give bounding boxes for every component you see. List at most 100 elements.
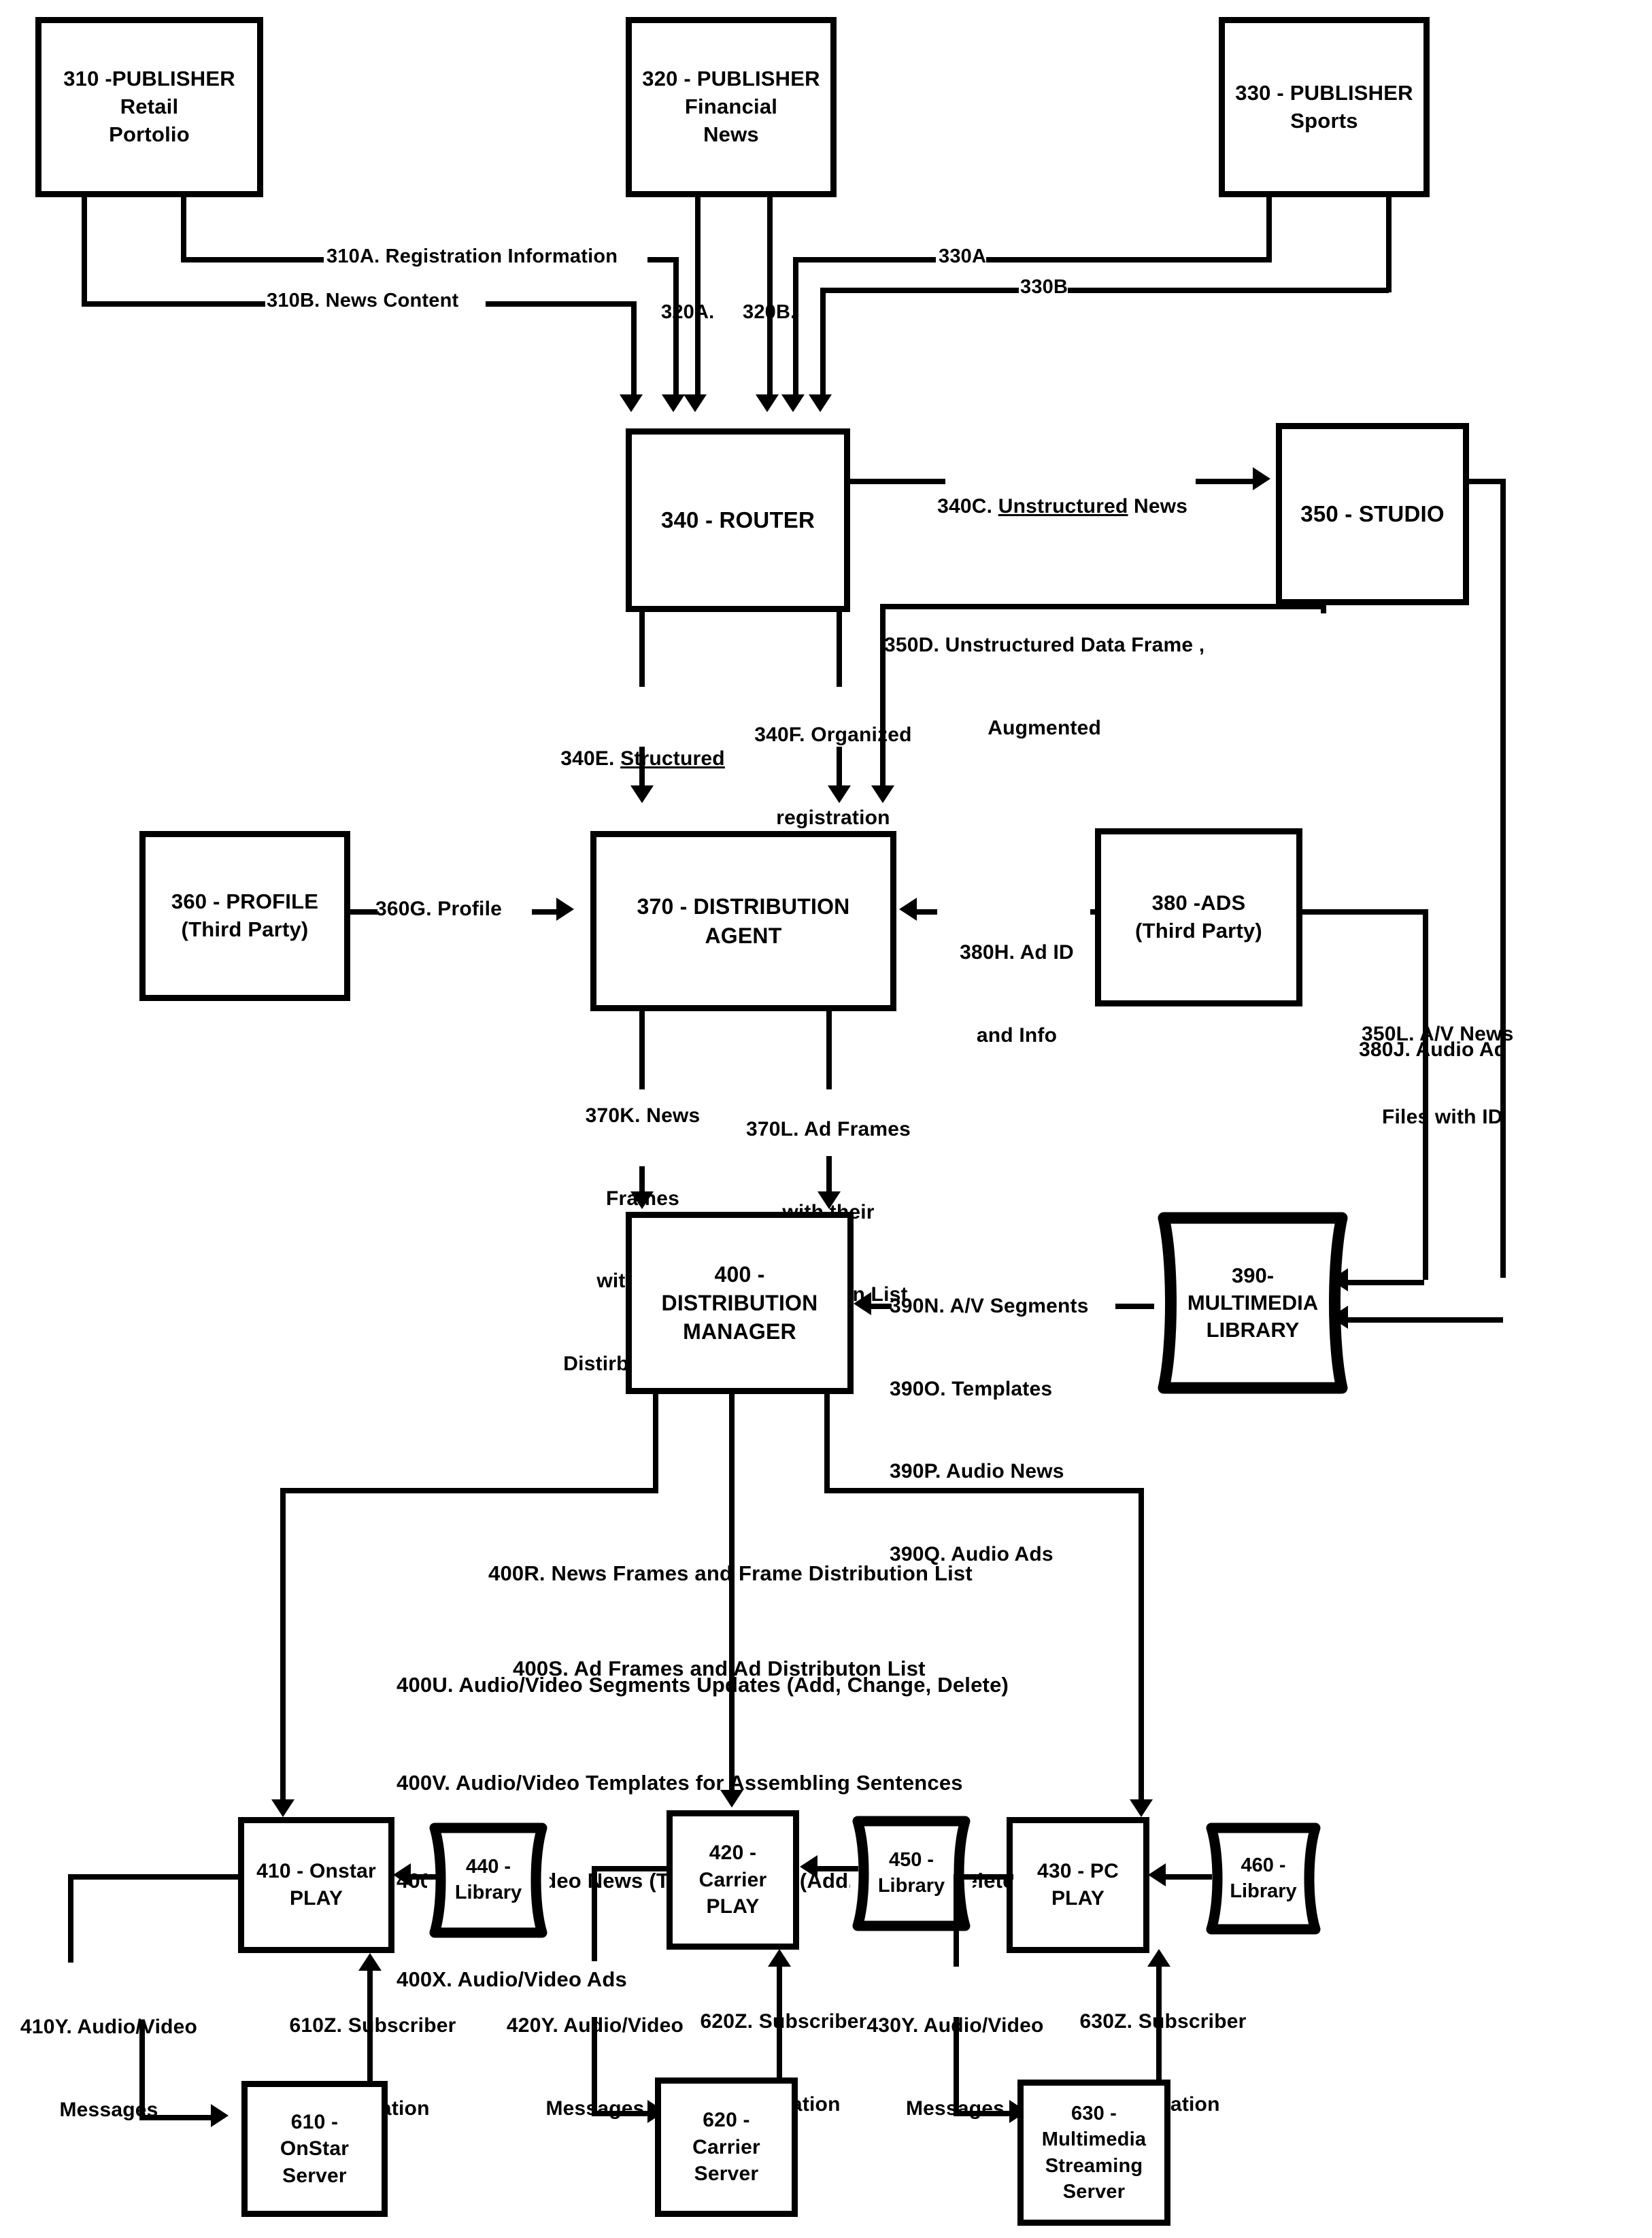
onstar-server-line3: Server [282, 2164, 347, 2187]
publisher-sports-line1: 330 - PUBLISHER [1235, 80, 1413, 105]
arrow-into-router-2 [662, 394, 685, 412]
flow-label-340C-suffix: News [1128, 494, 1188, 518]
multimedia-library-line3: LIBRARY [1206, 1318, 1300, 1342]
arrow-340c-into-studio [1253, 467, 1270, 490]
flow-label-340C: 340C. Unstructured News [914, 465, 1187, 548]
flow-label-310A: 310A. Registration Information [326, 245, 618, 267]
node-pc-play: 430 - PC PLAY [1007, 1817, 1149, 1953]
flow-label-630Z-line1: 630Z. Subscriber [1079, 2010, 1247, 2033]
flow-label-360G: 360G. Profile [375, 898, 503, 920]
line-370l-into-manager [826, 1156, 832, 1197]
node-distribution-agent: 370 - DISTRIBUTION AGENT [590, 831, 896, 1011]
arrow-350d-into-agent [871, 785, 894, 803]
publisher-sports-line2: Sports [1290, 108, 1358, 133]
flow-label-390P: 390P. Audio News [890, 1460, 1064, 1482]
node-carrier-server: 620 - Carrier Server [655, 2078, 798, 2217]
arrow-into-router-3 [684, 394, 707, 412]
line-390-into-manager [871, 1304, 892, 1309]
line-380j-into-library [1348, 1280, 1424, 1285]
carrier-server-line1: 620 - [703, 2109, 750, 2132]
profile-line2: (Third Party) [181, 917, 309, 941]
publisher-retail-line3: Portolio [109, 122, 190, 146]
line-330b-horizontal-right [1068, 288, 1389, 293]
line-330a-vertical-from-publisher [1266, 197, 1272, 262]
carrier-play-line3: PLAY [706, 1895, 760, 1918]
flow-label-370K-line1: 370K. News [585, 1104, 701, 1127]
flow-label-350L-line2-text: Files with ID [1382, 1105, 1503, 1128]
pc-play-line1: 430 - PC [1037, 1860, 1119, 1883]
distribution-manager-line1: 400 - [714, 1261, 765, 1287]
publisher-retail-line2: Retail [120, 95, 179, 119]
library-450-line1: 450 - [888, 1849, 934, 1871]
studio-label: 350 - STUDIO [1300, 501, 1445, 527]
ads-line2: (Third Party) [1135, 919, 1262, 943]
line-330a-horizontal-left [793, 257, 936, 262]
flow-label-350L-line2: Files with ID [1362, 1104, 1566, 1132]
ads-line1: 380 -ADS [1151, 891, 1246, 915]
line-350d-vertical-down-from-studio [1321, 604, 1326, 613]
line-410y-vertical [68, 1874, 73, 1963]
line-350l-into-library [1348, 1317, 1503, 1323]
node-studio: 350 - STUDIO [1276, 423, 1469, 605]
streaming-server-line1: 630 - [1071, 2102, 1117, 2124]
line-manager-bus-left-down [280, 1488, 286, 1808]
carrier-server-line3: Server [694, 2163, 759, 2186]
line-350l-horizontal-from-studio [1464, 479, 1506, 484]
node-publisher-sports: 330 - PUBLISHER Sports [1219, 17, 1430, 197]
arrow-380h-into-agent [899, 898, 917, 921]
line-430y-horizontal-bottom [954, 2111, 1013, 2116]
flow-label-400U: 400U. Audio/Video Segments Updates (Add,… [397, 1673, 1009, 1697]
line-manager-bus-right-down [1139, 1488, 1144, 1808]
arrow-610z-into-onstar-play [358, 1953, 382, 1971]
arrow-manager-to-onstar-play [271, 1799, 294, 1817]
flow-label-350D-line2-text: Augmented [988, 716, 1102, 739]
flow-label-330B: 330B. [1020, 276, 1074, 298]
arrow-into-router-6 [809, 394, 832, 412]
flow-label-400R: 400R. News Frames and Frame Distribution… [488, 1561, 973, 1585]
line-420y-vertical-down [592, 2017, 597, 2116]
flow-label-320A: 320A. [661, 301, 715, 323]
flow-label-390O: 390O. Templates [890, 1377, 1053, 1400]
flow-label-380H: 380H. Ad ID and Info [932, 884, 1102, 1104]
flow-label-350D-line2: Augmented [884, 715, 1204, 743]
line-manager-bus-left [280, 1488, 658, 1493]
line-310b-vertical-from-publisher [82, 197, 87, 306]
arrow-into-router-5 [781, 394, 805, 412]
node-onstar-play: 410 - Onstar PLAY [238, 1817, 394, 1953]
publisher-financial-line2: Financial [684, 95, 778, 119]
arrow-390-into-manager [854, 1292, 871, 1315]
node-multimedia-library: 390- MULTIMEDIA LIBRARY [1154, 1212, 1351, 1394]
onstar-play-line2: PLAY [289, 1887, 343, 1910]
flow-label-340C-underlined: Unstructured [998, 494, 1128, 518]
onstar-play-line1: 410 - Onstar [256, 1860, 376, 1883]
arrow-370k-into-manager [630, 1191, 654, 1209]
patent-figure-canvas: 310 -PUBLISHER Retail Portolio 320 - PUB… [0, 0, 1652, 2238]
flow-label-350L: 350L. A/V News Files with ID [1362, 966, 1566, 1186]
arrow-340e-into-agent [630, 785, 654, 803]
flow-label-350D: 350D. Unstructured Data Frame , Augmente… [884, 577, 1204, 797]
line-330a-horizontal-right [986, 257, 1269, 262]
line-410y-horizontal-top [68, 1874, 239, 1880]
distribution-manager-line3: MANAGER [683, 1319, 796, 1344]
arrow-630z-into-pc-play [1147, 1949, 1170, 1967]
onstar-server-line2: OnStar [280, 2137, 350, 2160]
node-distribution-manager: 400 - DISTRIBUTION MANAGER [626, 1212, 854, 1394]
line-340e-from-router [639, 612, 645, 687]
line-410y-horizontal-bottom [139, 2115, 214, 2120]
line-320a-vertical [695, 197, 701, 400]
arrow-340f-into-agent [828, 785, 851, 803]
node-multimedia-streaming-server: 630 - Multimedia Streaming Server [1017, 2080, 1170, 2226]
flow-label-340F-line2: registration [776, 806, 890, 829]
onstar-server-line1: 610 - [290, 2110, 339, 2133]
streaming-server-line3: Streaming [1045, 2154, 1143, 2177]
flow-label-410Y-line1: 410Y. Audio/Video [20, 2016, 198, 2038]
flow-label-370L-line1: 370L. Ad Frames [746, 1118, 911, 1140]
flow-label-410Y: 410Y. Audio/Video Messages [14, 1959, 204, 2179]
flow-label-340C-prefix: 340C. [937, 494, 998, 518]
line-310a-horizontal-left [181, 257, 324, 262]
publisher-retail-line1: 310 -PUBLISHER [63, 67, 235, 91]
flow-label-620Z-line1: 620Z. Subscriber [700, 2010, 867, 2033]
library-440-line1: 440 - [465, 1856, 511, 1878]
multimedia-library-line2: MULTIMEDIA [1187, 1290, 1319, 1315]
line-360g [350, 909, 377, 915]
